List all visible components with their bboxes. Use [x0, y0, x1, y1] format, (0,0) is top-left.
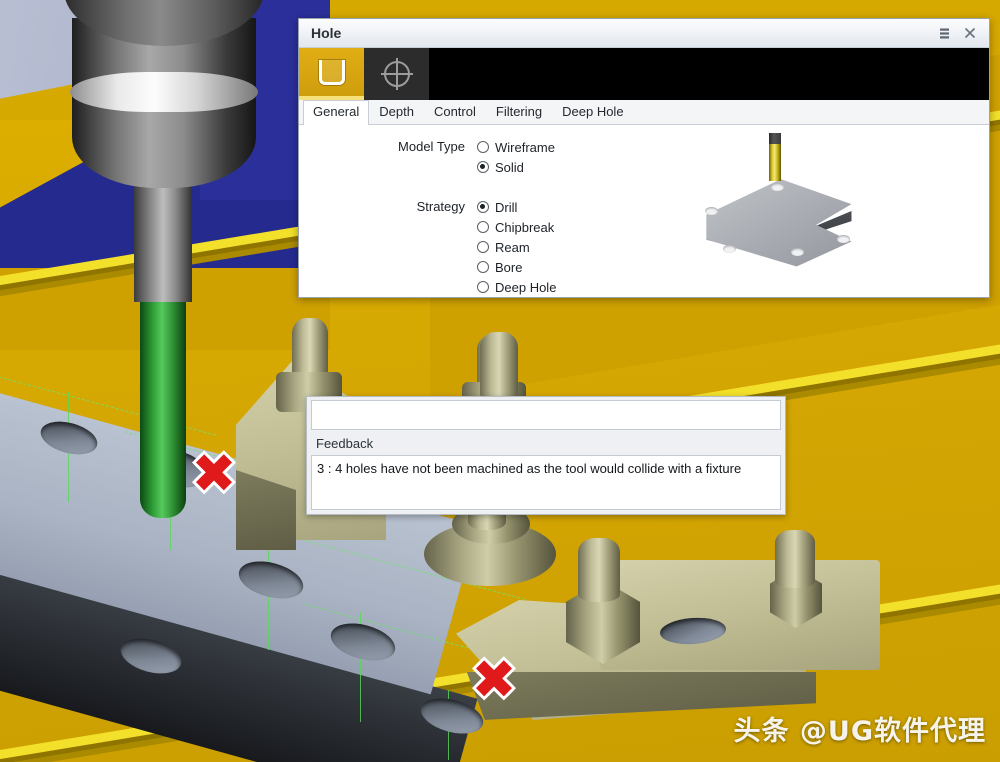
- feedback-label: Feedback: [316, 436, 374, 451]
- toolbar-button-hole-feature[interactable]: [299, 48, 364, 100]
- model-type-radio-group[interactable]: Wireframe Solid: [477, 137, 555, 177]
- application-screenshot: ✖ ✖ Hole General Depth Control Filtering…: [0, 0, 1000, 762]
- radio-chipbreak[interactable]: Chipbreak: [477, 217, 556, 237]
- preview-hole: [837, 235, 850, 243]
- radio-indicator: [477, 261, 489, 273]
- radio-bore[interactable]: Bore: [477, 257, 556, 277]
- hole-dialog[interactable]: Hole General Depth Control Filtering Dee…: [298, 18, 990, 298]
- dialog-tab-bar[interactable]: General Depth Control Filtering Deep Hol…: [299, 100, 989, 125]
- feedback-panel[interactable]: Feedback 3 : 4 holes have not been machi…: [306, 396, 786, 515]
- tool-holder-shank: [134, 182, 192, 302]
- collision-marker: ✖: [471, 648, 517, 711]
- tab-filtering[interactable]: Filtering: [486, 100, 552, 124]
- dialog-title-bar[interactable]: Hole: [299, 19, 989, 49]
- radio-indicator: [477, 221, 489, 233]
- tab-depth[interactable]: Depth: [369, 100, 424, 124]
- strategy-radio-group[interactable]: Drill Chipbreak Ream Bore Deep Hole: [477, 197, 556, 297]
- radio-label: Bore: [495, 259, 523, 275]
- radio-label: Wireframe: [495, 139, 555, 155]
- clamp-fixture-bar: [600, 560, 880, 670]
- radio-label: Ream: [495, 239, 530, 255]
- clamp-stud: [480, 332, 518, 402]
- preview-hole: [705, 207, 718, 215]
- feedback-input[interactable]: [311, 400, 781, 430]
- radio-ream[interactable]: Ream: [477, 237, 556, 257]
- spindle-collar-ring: [70, 72, 258, 112]
- close-icon[interactable]: [957, 21, 983, 45]
- model-type-label: Model Type: [398, 139, 465, 154]
- tab-general[interactable]: General: [303, 100, 370, 125]
- collision-marker: ✖: [191, 442, 237, 505]
- dialog-icon-toolbar[interactable]: [299, 48, 989, 100]
- dialog-content: Model Type Wireframe Solid Strategy Dril…: [299, 125, 989, 297]
- radio-deep-hole[interactable]: Deep Hole: [477, 277, 556, 297]
- feedback-message[interactable]: 3 : 4 holes have not been machined as th…: [311, 455, 781, 510]
- radio-indicator: [477, 241, 489, 253]
- preview-hole: [791, 248, 804, 256]
- model-type-field: Model Type Wireframe Solid: [299, 137, 659, 177]
- tab-deep-hole[interactable]: Deep Hole: [552, 100, 633, 124]
- preview-hole: [723, 245, 736, 253]
- radio-indicator: [477, 161, 489, 173]
- menu-icon[interactable]: [931, 21, 957, 45]
- clamp-stud: [775, 530, 815, 588]
- radio-drill[interactable]: Drill: [477, 197, 556, 217]
- settings-form: Model Type Wireframe Solid Strategy Dril…: [299, 125, 659, 297]
- dialog-title: Hole: [311, 25, 342, 42]
- preview-hole: [771, 183, 784, 191]
- drill-tool-green: [140, 286, 186, 518]
- preview-tool-holder: [769, 133, 781, 144]
- clamp-stud: [578, 538, 620, 602]
- radio-wireframe[interactable]: Wireframe: [477, 137, 555, 157]
- hole-u-icon: [318, 59, 345, 85]
- radio-indicator: [477, 281, 489, 293]
- radio-label: Chipbreak: [495, 219, 555, 235]
- target-crosshair-icon: [380, 58, 413, 91]
- radio-indicator: [477, 201, 489, 213]
- radio-solid[interactable]: Solid: [477, 157, 555, 177]
- hole-preview-image: [659, 125, 989, 297]
- strategy-label: Strategy: [416, 199, 465, 214]
- radio-label: Deep Hole: [495, 279, 557, 295]
- form-spacer: [299, 177, 659, 197]
- radio-indicator: [477, 141, 489, 153]
- tab-control[interactable]: Control: [424, 100, 486, 124]
- radio-label: Solid: [495, 159, 524, 175]
- radio-label: Drill: [495, 199, 518, 215]
- strategy-field: Strategy Drill Chipbreak Ream Bore Deep …: [299, 197, 659, 297]
- toolbar-button-hole-position[interactable]: [364, 48, 429, 100]
